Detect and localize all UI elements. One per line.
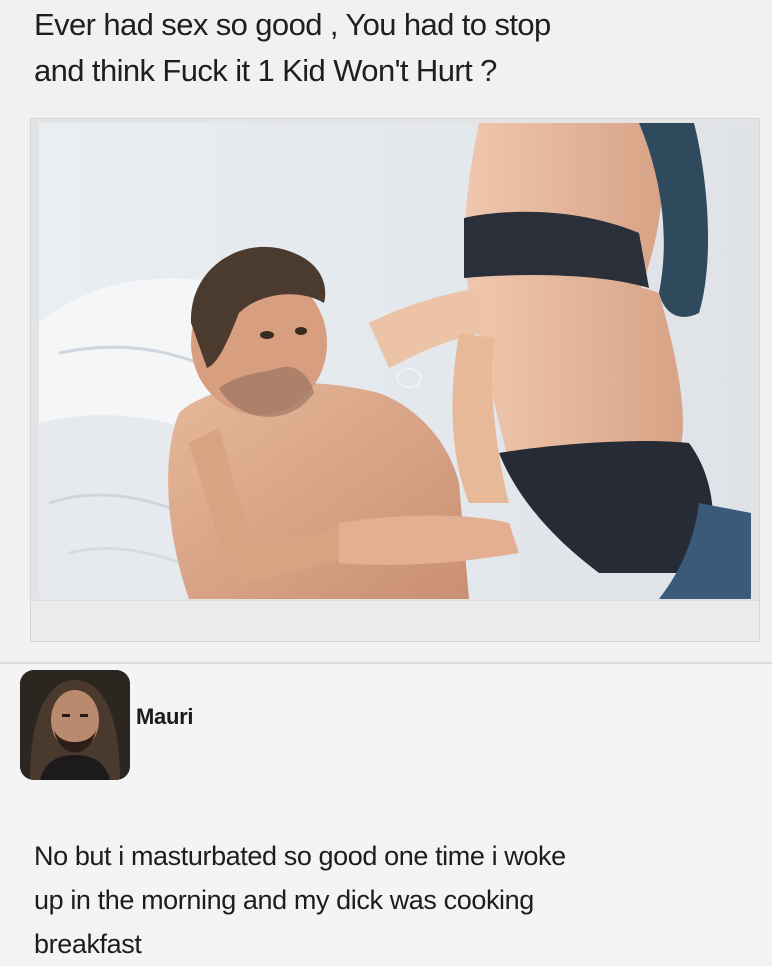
photo-caption-bar <box>31 600 759 641</box>
bedroom-photo-illustration <box>39 123 751 599</box>
comment-text: No but i masturbated so good one time i … <box>34 834 754 966</box>
post-caption: Ever had sex so good , You had to stop a… <box>34 2 764 94</box>
post-photo-card[interactable] <box>30 118 760 642</box>
comment-author-name[interactable]: Mauri <box>136 704 193 730</box>
post-caption-line: Ever had sex so good , You had to stop <box>34 7 551 42</box>
comment-text-line: up in the morning and my dick was cookin… <box>34 885 534 915</box>
avatar[interactable] <box>20 670 130 780</box>
avatar-portrait-icon <box>20 670 130 780</box>
post-caption-line: and think Fuck it 1 Kid Won't Hurt ? <box>34 53 497 88</box>
comment-text-line: breakfast <box>34 929 142 959</box>
comment-text-line: No but i masturbated so good one time i … <box>34 841 566 871</box>
post-photo[interactable] <box>39 123 751 599</box>
comment: Mauri No but i masturbated so good one t… <box>0 664 772 960</box>
